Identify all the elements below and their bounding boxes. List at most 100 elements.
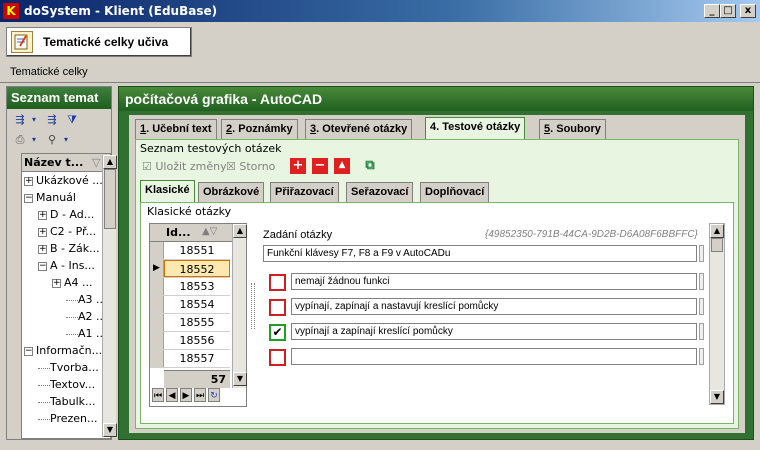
tree-node[interactable]: A2 ... xyxy=(66,308,107,326)
tree-node[interactable]: − Informačn... xyxy=(24,342,102,360)
form-scrollbar[interactable]: ▲ ▼ xyxy=(709,223,725,405)
tree-column-header[interactable]: Název t... ▽ xyxy=(22,154,110,172)
subtab-klasicke[interactable]: Klasické xyxy=(140,180,195,202)
row-indicator[interactable] xyxy=(150,296,164,313)
grid-scrollbar[interactable]: ▲ ▼ xyxy=(232,224,247,388)
last-record-icon[interactable]: ⏭ xyxy=(194,388,206,402)
tree-node[interactable]: + B - Zák... xyxy=(38,240,100,258)
splitter-handle[interactable] xyxy=(251,283,255,329)
filter-icon[interactable]: ▽ xyxy=(92,154,100,172)
answer-2-checkbox[interactable] xyxy=(269,299,286,316)
answer-4-checkbox[interactable] xyxy=(269,349,286,366)
answer-2-input[interactable]: vypínají, zapínají a nastavují kreslící … xyxy=(291,298,697,315)
tree-node[interactable]: Textov... xyxy=(38,376,95,394)
resize-handle[interactable] xyxy=(699,273,704,290)
collapse-icon[interactable]: − xyxy=(24,193,33,203)
dropdown-icon[interactable]: ▾ xyxy=(27,133,41,147)
row-indicator[interactable] xyxy=(150,332,164,349)
tree-node[interactable]: − Manuál xyxy=(24,189,76,207)
tab-testove-otazky[interactable]: 4. Testové otázky xyxy=(425,117,526,139)
tab-otevrene-otazky[interactable]: 3. Otevřené otázky xyxy=(305,119,413,139)
expand-icon[interactable]: + xyxy=(38,210,47,220)
answer-4-input[interactable] xyxy=(291,348,697,365)
collapse-icon[interactable]: − xyxy=(38,261,47,271)
tab-ucebni-text[interactable]: 1. Učební text xyxy=(135,119,217,139)
answer-1-input[interactable]: nemají žádnou funkci xyxy=(291,273,697,290)
scroll-up-arrow[interactable]: ▲ xyxy=(710,224,724,238)
tab-soubory[interactable]: 5. Soubory xyxy=(539,119,606,139)
table-row[interactable]: 18553 xyxy=(150,278,230,296)
expand-icon[interactable]: + xyxy=(52,278,61,288)
tree-node[interactable]: Tvorba... xyxy=(38,359,99,377)
questions-grid: Id... ▲▽ 18551 ▶ 18552 18553 18554 18555 18556… xyxy=(149,223,247,407)
first-record-icon[interactable]: ⏮ xyxy=(152,388,164,402)
question-input[interactable]: Funkční klávesy F7, F8 a F9 v AutoCADu xyxy=(263,245,697,262)
answer-3-input[interactable]: vypínají a zapínají kreslící pomůcky xyxy=(291,323,697,340)
table-row[interactable]: 18554 xyxy=(150,296,230,314)
tree-expand-icon[interactable]: ⇶ xyxy=(13,113,27,127)
answer-1-checkbox[interactable] xyxy=(269,274,286,291)
table-row[interactable]: 18556 xyxy=(150,332,230,350)
table-row[interactable]: ▶ 18552 xyxy=(150,260,230,278)
tab-poznamky[interactable]: 2. Poznámky xyxy=(221,119,298,139)
resize-handle[interactable] xyxy=(699,245,704,262)
copy-icon[interactable]: ⧉ xyxy=(362,158,378,174)
tree-node[interactable]: + A4 ... xyxy=(52,274,93,292)
prev-record-icon[interactable]: ◀ xyxy=(166,388,178,402)
scroll-down-arrow[interactable]: ▼ xyxy=(103,423,117,437)
collapse-icon[interactable]: − xyxy=(24,346,33,356)
scroll-up-arrow[interactable]: ▲ xyxy=(103,155,117,169)
tree-node[interactable]: Tabulk... xyxy=(38,393,96,411)
scroll-thumb[interactable] xyxy=(711,238,723,252)
row-indicator[interactable] xyxy=(150,350,164,367)
save-button[interactable]: ☑ Uložit změny xyxy=(142,158,227,176)
row-indicator[interactable] xyxy=(150,278,164,295)
add-button[interactable]: + xyxy=(290,158,306,174)
tree-scrollbar[interactable]: ▲ ▼ xyxy=(102,155,117,437)
dropdown-icon[interactable]: ▾ xyxy=(27,113,41,127)
move-up-button[interactable]: ▲ xyxy=(334,158,350,174)
row-indicator[interactable] xyxy=(150,314,164,331)
expand-icon[interactable]: + xyxy=(38,227,47,237)
module-button[interactable]: Tematické celky učiva xyxy=(6,27,192,57)
refresh-icon[interactable]: ↻ xyxy=(208,388,220,402)
tree-node[interactable]: A1 ... xyxy=(66,325,107,343)
table-row[interactable]: 18551 xyxy=(150,242,230,260)
scroll-up-arrow[interactable]: ▲ xyxy=(233,224,247,238)
answer-3-checkbox[interactable]: ✔ xyxy=(269,324,286,341)
print-icon[interactable]: ⎙ xyxy=(13,133,27,147)
close-button[interactable]: x xyxy=(740,4,756,18)
subtab-prirazovaci[interactable]: Přiřazovací xyxy=(270,182,339,202)
scroll-down-arrow[interactable]: ▼ xyxy=(233,372,247,386)
tree-collapse-icon[interactable]: ⇶ xyxy=(45,113,59,127)
row-indicator[interactable]: ▶ xyxy=(150,260,164,277)
tree-node[interactable]: + Ukázkové ... xyxy=(24,172,103,190)
next-record-icon[interactable]: ▶ xyxy=(180,388,192,402)
tree-node[interactable]: + D - Ad... xyxy=(38,206,94,224)
subtab-doplnovaci[interactable]: Doplňovací xyxy=(420,182,490,202)
tree-node[interactable]: A3 ... xyxy=(66,291,107,309)
scroll-down-arrow[interactable]: ▼ xyxy=(710,390,724,404)
resize-handle[interactable] xyxy=(699,348,704,365)
table-row[interactable]: 18555 xyxy=(150,314,230,332)
dropdown-icon[interactable]: ▾ xyxy=(59,133,73,147)
cancel-button[interactable]: ☒ Storno xyxy=(226,158,275,176)
row-indicator[interactable] xyxy=(150,242,164,259)
sort-asc-icon[interactable]: ▲▽ xyxy=(202,226,217,237)
tree-filter-icon[interactable]: ⧩ xyxy=(65,113,79,127)
remove-button[interactable]: − xyxy=(312,158,328,174)
tree-node[interactable]: − A - Ins... xyxy=(38,257,95,275)
search-icon[interactable]: ⚲ xyxy=(45,133,59,147)
tree-node[interactable]: + C2 - Př... xyxy=(38,223,96,241)
tree-node[interactable]: Prezen... xyxy=(38,410,98,428)
resize-handle[interactable] xyxy=(699,298,704,315)
subtab-obrazkove[interactable]: Obrázkové xyxy=(198,182,265,202)
expand-icon[interactable]: + xyxy=(38,244,47,254)
resize-handle[interactable] xyxy=(699,323,704,340)
scroll-thumb[interactable] xyxy=(104,169,116,229)
maximize-button[interactable]: □ xyxy=(720,4,736,18)
subtab-serazovaci[interactable]: Seřazovací xyxy=(346,182,414,202)
expand-icon[interactable]: + xyxy=(24,176,33,186)
table-row[interactable]: 18557 xyxy=(150,350,230,368)
minimize-button[interactable]: _ xyxy=(704,4,720,18)
